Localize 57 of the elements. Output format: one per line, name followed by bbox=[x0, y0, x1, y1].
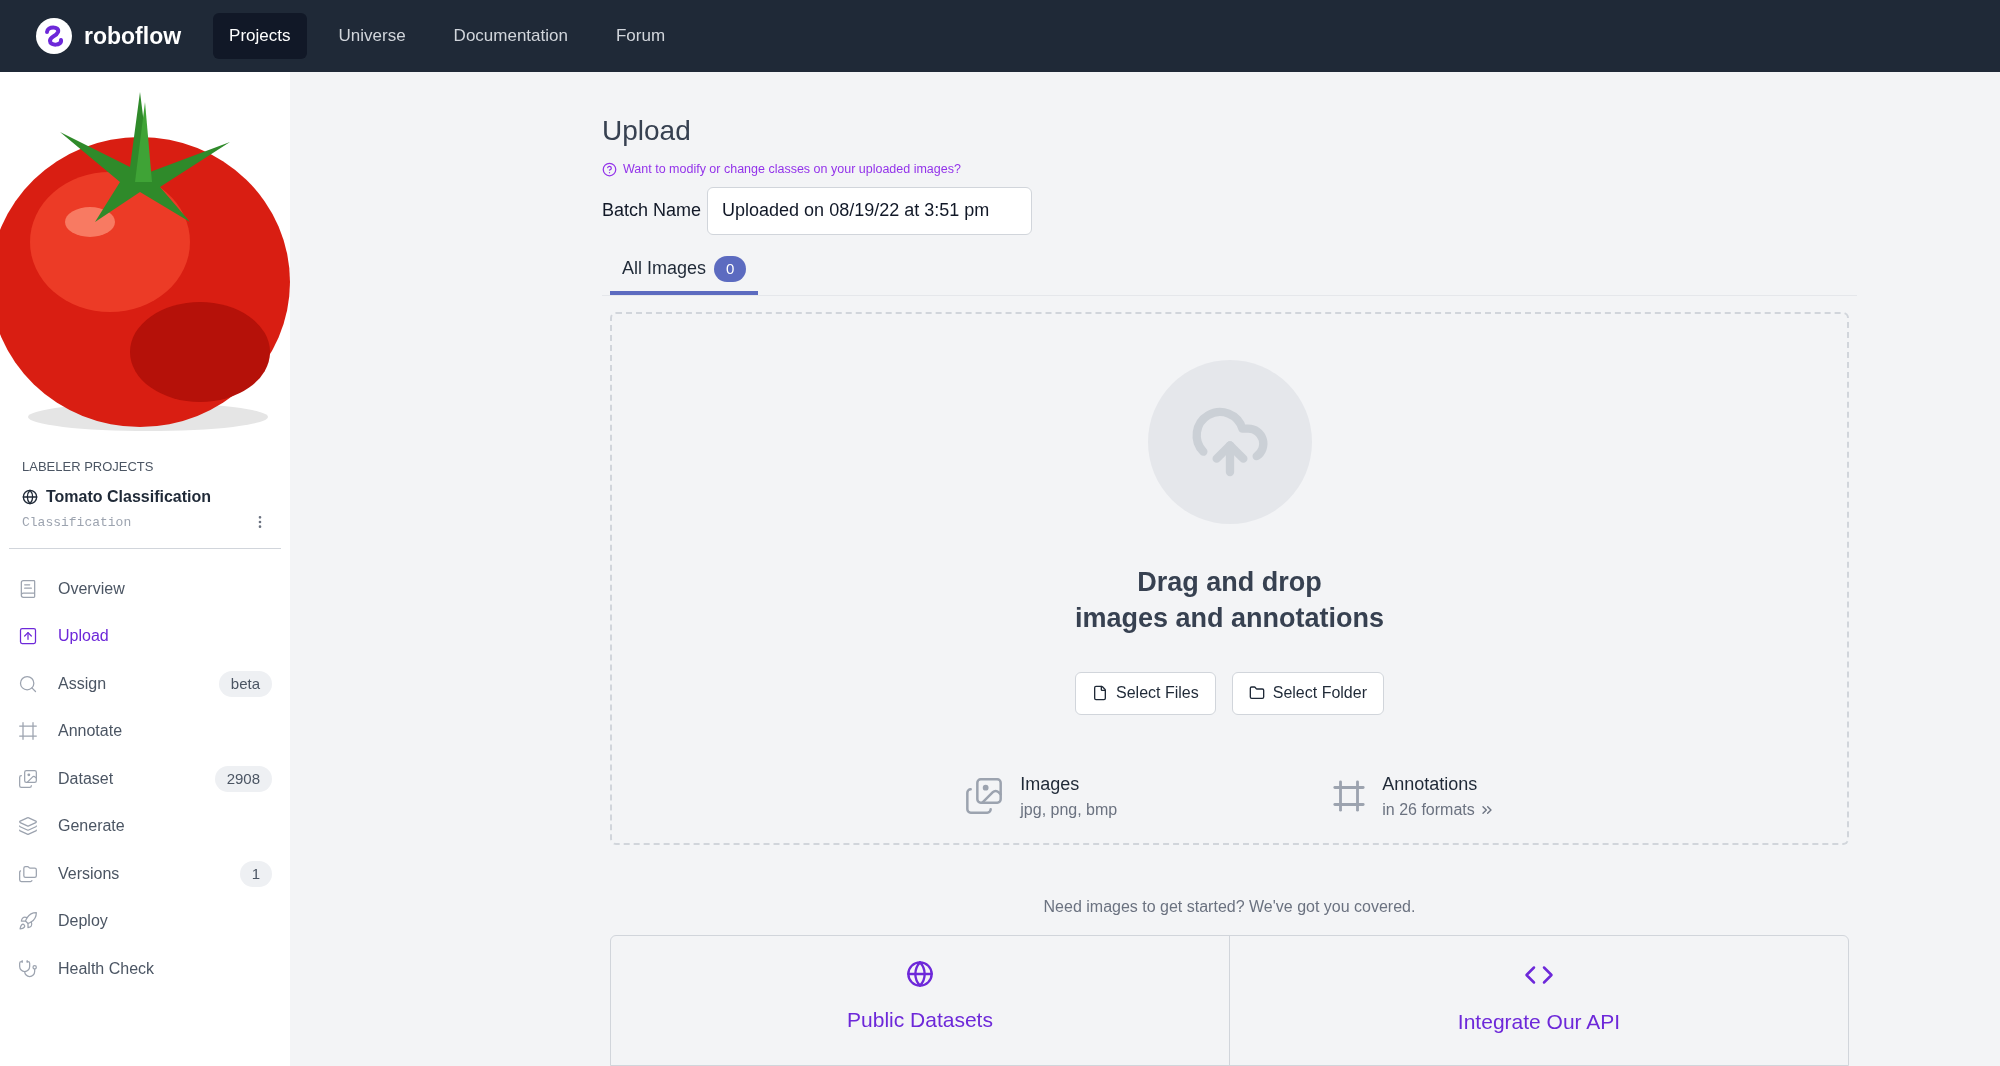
tab[interactable]: All Images 0 bbox=[610, 246, 759, 295]
frame-icon bbox=[18, 721, 38, 742]
sidebar-item[interactable]: Dataset 2908 bbox=[18, 755, 272, 803]
search-icon bbox=[18, 673, 38, 694]
layers-icon bbox=[18, 816, 38, 837]
card-title: Public Datasets bbox=[847, 1007, 993, 1034]
drop-zone[interactable]: Drag and drop images and annotations Select Files Select Folder Images jpg, png, bmp Annotations in 26 formats bbox=[610, 311, 1849, 846]
select-button[interactable]: Select Folder bbox=[1231, 671, 1384, 715]
brand-name: roboflow bbox=[84, 21, 182, 51]
sidebar-item[interactable]: Health Check bbox=[18, 945, 272, 993]
format-subtitle: in 26 formats bbox=[1382, 799, 1475, 820]
file-icon bbox=[1092, 685, 1108, 702]
nav-link[interactable]: Forum bbox=[599, 13, 682, 59]
drop-title: Drag and drop bbox=[1137, 565, 1322, 599]
globe-icon bbox=[22, 488, 38, 505]
folders-icon bbox=[18, 863, 38, 884]
count-badge: beta bbox=[218, 670, 272, 697]
nav-link[interactable]: Documentation bbox=[437, 13, 584, 59]
images-icon bbox=[18, 768, 38, 789]
sidebar-item[interactable]: Upload bbox=[18, 612, 272, 660]
select-button[interactable]: Select Files bbox=[1075, 671, 1216, 715]
batch-name-field[interactable]: Uploaded on 08/19/22 at 3:51 pm bbox=[707, 186, 1033, 235]
count-badge: 2908 bbox=[214, 765, 272, 792]
format-title: Annotations bbox=[1382, 772, 1479, 796]
upload-icon bbox=[18, 626, 38, 647]
resource-card[interactable]: Public Datasets bbox=[611, 936, 1229, 1065]
rocket-icon bbox=[18, 911, 38, 932]
count-badge: 1 bbox=[239, 860, 272, 887]
sidebar-item[interactable]: Assign beta bbox=[18, 660, 272, 708]
bounding-box-icon bbox=[1332, 779, 1367, 814]
folder-icon bbox=[1248, 685, 1265, 702]
images-icon bbox=[964, 776, 1005, 817]
sidebar-item[interactable]: Deploy bbox=[18, 897, 272, 945]
sidebar-item[interactable]: Generate bbox=[18, 802, 272, 850]
field-label: Batch Name bbox=[602, 199, 702, 223]
help-text: Need images to get started? We've got you covered. bbox=[1042, 897, 1417, 918]
card-title: Integrate Our API bbox=[1457, 1009, 1621, 1036]
drop-title: images and annotations bbox=[1074, 601, 1385, 635]
sidebar-item[interactable]: Overview bbox=[18, 565, 272, 613]
help-link[interactable]: Want to modify or change classes on your uploaded images? bbox=[623, 160, 961, 179]
nav-link[interactable]: Projects bbox=[213, 13, 307, 59]
nav-link[interactable]: Universe bbox=[322, 13, 422, 59]
count-badge: 0 bbox=[714, 255, 747, 282]
sidebar-item[interactable]: Annotate bbox=[18, 707, 272, 755]
logo-icon bbox=[36, 18, 72, 54]
format-title: Images bbox=[1020, 772, 1081, 796]
project-type: Classification bbox=[22, 513, 132, 532]
book-icon bbox=[18, 578, 38, 599]
resource-card[interactable]: Integrate Our API bbox=[1229, 936, 1848, 1065]
help-icon bbox=[602, 161, 617, 177]
project-name: Tomato Classification bbox=[46, 486, 212, 507]
section-label: LABELER PROJECTS bbox=[22, 458, 155, 476]
format-subtitle: jpg, png, bmp bbox=[1020, 799, 1118, 820]
globe-icon bbox=[906, 960, 934, 989]
page-title: Upload bbox=[602, 114, 692, 148]
sidebar-item[interactable]: Versions 1 bbox=[18, 850, 272, 898]
stethoscope-icon bbox=[18, 958, 38, 979]
